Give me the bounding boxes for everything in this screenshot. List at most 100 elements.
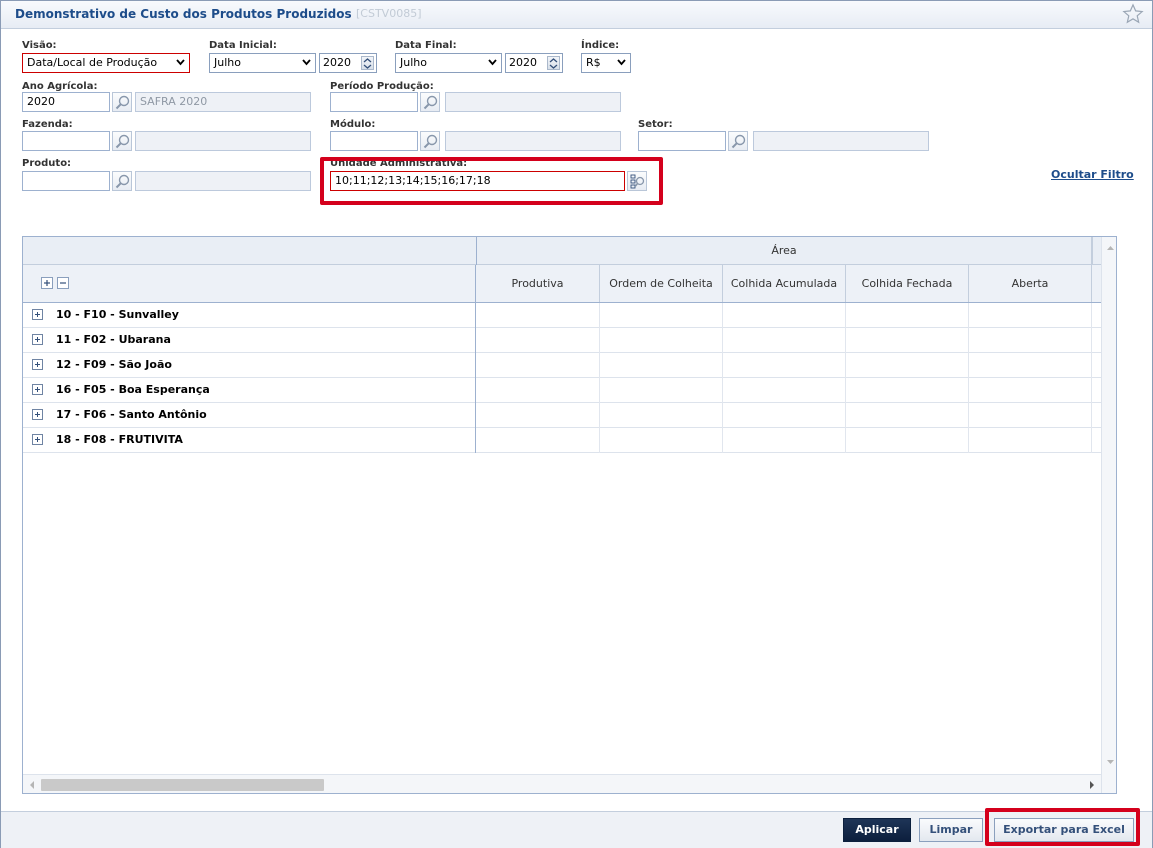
expand-row-icon[interactable] bbox=[32, 384, 43, 395]
periodo-producao-lookup-button[interactable] bbox=[420, 92, 440, 112]
scroll-left-icon[interactable] bbox=[25, 775, 39, 794]
apply-button[interactable]: Aplicar bbox=[843, 818, 911, 842]
table-row[interactable]: 17 - F06 - Santo Antônio bbox=[23, 403, 1116, 428]
ano-agricola-label: Ano Agrícola: bbox=[22, 81, 98, 92]
column-header[interactable]: Colhida Fechada bbox=[846, 265, 969, 302]
unidade-administrativa-highlight bbox=[320, 157, 663, 205]
scroll-up-icon[interactable] bbox=[1102, 241, 1117, 255]
data-inicial-month-select[interactable]: Julho bbox=[209, 53, 316, 73]
column-header[interactable]: Aberta bbox=[969, 265, 1092, 302]
window-code: [CSTV0085] bbox=[356, 7, 422, 20]
column-header[interactable]: Colhida Acumulada bbox=[723, 265, 846, 302]
chevron-down-icon bbox=[176, 59, 185, 66]
horizontal-scrollbar[interactable] bbox=[23, 774, 1101, 794]
periodo-producao-input[interactable] bbox=[330, 92, 418, 112]
produto-lookup-button[interactable] bbox=[112, 171, 132, 191]
data-final-year: 2020 bbox=[509, 56, 537, 69]
modulo-lookup-button[interactable] bbox=[420, 131, 440, 151]
vertical-scrollbar[interactable] bbox=[1101, 237, 1117, 793]
row-name-cell: 12 - F09 - São João bbox=[23, 353, 476, 378]
chevron-down-icon bbox=[302, 59, 311, 66]
produto-input[interactable] bbox=[22, 171, 110, 191]
expand-row-icon[interactable] bbox=[32, 434, 43, 445]
search-icon bbox=[115, 95, 130, 110]
window-title: Demonstrativo de Custo dos Produtos Prod… bbox=[15, 7, 352, 21]
grid-header-top: Área bbox=[23, 237, 1116, 265]
grid-header-columns: Produtiva Ordem de Colheita Colhida Acum… bbox=[23, 265, 1116, 303]
expand-row-icon[interactable] bbox=[32, 309, 43, 320]
visao-label: Visão: bbox=[22, 40, 57, 51]
column-header-label: Colhida Fechada bbox=[861, 277, 953, 290]
data-final-label: Data Final: bbox=[395, 40, 457, 51]
column-header-label: Produtiva bbox=[511, 277, 564, 290]
clear-button[interactable]: Limpar bbox=[919, 818, 983, 842]
grid-header-overflow bbox=[1092, 237, 1101, 265]
column-header-label: Aberta bbox=[1011, 277, 1049, 290]
table-row[interactable]: 11 - F02 - Ubarana bbox=[23, 328, 1116, 353]
search-icon bbox=[423, 95, 438, 110]
table-row[interactable]: 10 - F10 - Sunvalley bbox=[23, 303, 1116, 328]
data-final-month: Julho bbox=[400, 56, 427, 69]
table-row[interactable]: 12 - F09 - São João bbox=[23, 353, 1116, 378]
fazenda-input[interactable] bbox=[22, 131, 110, 151]
footer-bar: Aplicar Limpar Exportar para Excel bbox=[1, 811, 1152, 848]
table-row[interactable]: 18 - F08 - FRUTIVITA bbox=[23, 428, 1116, 453]
star-icon[interactable] bbox=[1122, 3, 1144, 25]
fazenda-lookup-button[interactable] bbox=[112, 131, 132, 151]
ano-agricola-lookup-button[interactable] bbox=[112, 92, 132, 112]
data-final-month-select[interactable]: Julho bbox=[395, 53, 502, 73]
spin-arrows-icon[interactable] bbox=[361, 56, 374, 70]
data-inicial-month: Julho bbox=[214, 56, 241, 69]
expand-row-icon[interactable] bbox=[32, 409, 43, 420]
table-row[interactable]: 16 - F05 - Boa Esperança bbox=[23, 378, 1116, 403]
data-inicial-year-stepper[interactable]: 2020 bbox=[319, 53, 377, 73]
column-header[interactable]: Produtiva bbox=[476, 265, 600, 302]
search-icon bbox=[115, 174, 130, 189]
search-icon bbox=[423, 134, 438, 149]
ano-agricola-description: SAFRA 2020 bbox=[135, 92, 311, 112]
row-label: 18 - F08 - FRUTIVITA bbox=[56, 433, 183, 446]
visao-value: Data/Local de Produção bbox=[27, 56, 158, 69]
hide-filter-link[interactable]: Ocultar Filtro bbox=[1051, 168, 1134, 181]
setor-description bbox=[753, 131, 929, 151]
expand-row-icon[interactable] bbox=[32, 334, 43, 345]
visao-select[interactable]: Data/Local de Produção bbox=[22, 53, 190, 73]
row-name-cell: 18 - F08 - FRUTIVITA bbox=[23, 428, 476, 453]
report-grid: Área Produtiva Ordem de Colheita Colhida… bbox=[22, 236, 1117, 794]
chevron-down-icon bbox=[617, 59, 626, 66]
row-label: 16 - F05 - Boa Esperança bbox=[56, 383, 210, 396]
periodo-producao-label: Período Produção: bbox=[330, 81, 434, 92]
data-inicial-label: Data Inicial: bbox=[209, 40, 277, 51]
row-name-cell: 17 - F06 - Santo Antônio bbox=[23, 403, 476, 428]
column-header[interactable]: Ordem de Colheita bbox=[600, 265, 723, 302]
ano-agricola-input[interactable]: 2020 bbox=[22, 92, 110, 112]
row-label: 17 - F06 - Santo Antônio bbox=[56, 408, 207, 421]
spin-arrows-icon[interactable] bbox=[547, 56, 560, 70]
column-header-label: Ordem de Colheita bbox=[609, 277, 713, 290]
search-icon bbox=[731, 134, 746, 149]
row-label: 11 - F02 - Ubarana bbox=[56, 333, 171, 346]
setor-lookup-button[interactable] bbox=[728, 131, 748, 151]
horizontal-scroll-thumb[interactable] bbox=[41, 779, 324, 791]
row-name-cell: 11 - F02 - Ubarana bbox=[23, 328, 476, 353]
scroll-down-icon[interactable] bbox=[1102, 755, 1117, 769]
setor-input[interactable] bbox=[638, 131, 726, 151]
collapse-all-icon[interactable] bbox=[57, 277, 69, 289]
scroll-right-icon[interactable] bbox=[1085, 775, 1099, 794]
modulo-input[interactable] bbox=[330, 131, 418, 151]
modulo-label: Módulo: bbox=[330, 119, 376, 130]
fazenda-label: Fazenda: bbox=[22, 119, 73, 130]
periodo-producao-description bbox=[445, 92, 621, 112]
data-final-year-stepper[interactable]: 2020 bbox=[505, 53, 563, 73]
produto-description bbox=[135, 171, 311, 191]
data-inicial-year: 2020 bbox=[323, 56, 351, 69]
report-window: Demonstrativo de Custo dos Produtos Prod… bbox=[0, 0, 1153, 848]
indice-select[interactable]: R$ bbox=[581, 53, 631, 73]
chevron-down-icon bbox=[488, 59, 497, 66]
fazenda-description bbox=[135, 131, 311, 151]
expand-row-icon[interactable] bbox=[32, 359, 43, 370]
row-name-cell: 16 - F05 - Boa Esperança bbox=[23, 378, 476, 403]
produto-label: Produto: bbox=[22, 158, 72, 169]
expand-all-icon[interactable] bbox=[41, 277, 53, 289]
row-label: 10 - F10 - Sunvalley bbox=[56, 308, 179, 321]
